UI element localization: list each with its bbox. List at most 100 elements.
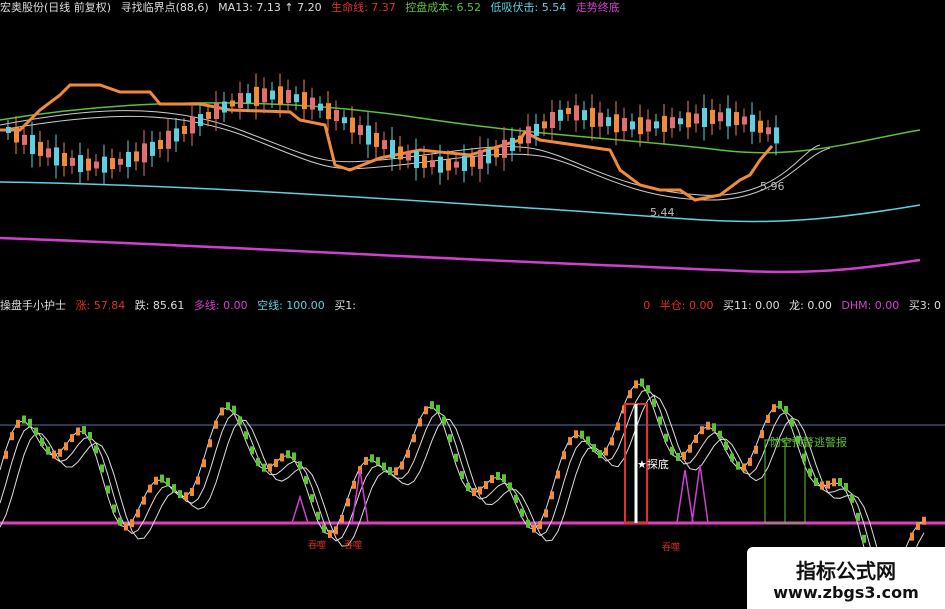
indicator-bar (64, 442, 68, 451)
indicator-bar (844, 483, 848, 492)
indicator-bar (352, 480, 356, 489)
indicator-right-values: 0 半仓: 0.00 买11: 0.00 龙: 0.00 DHM: 0.00 买… (637, 298, 941, 314)
indicator-bar (334, 526, 338, 535)
indicator-bar (202, 459, 206, 468)
indicator-bar (190, 487, 194, 496)
indicator-bar (658, 416, 662, 425)
indicator-bar (376, 457, 380, 466)
indicator-bar (274, 459, 278, 468)
indicator-bar (436, 404, 440, 413)
indicator-bar (130, 519, 134, 528)
indicator-bar (34, 427, 38, 436)
watermark: 指标公式网 www.zbgs3.com (747, 547, 945, 609)
indicator-bar (610, 437, 614, 446)
indicator-bar (46, 446, 50, 455)
indicator-bar (544, 509, 548, 518)
indicator-bar (328, 529, 332, 538)
indicator-bar (406, 449, 410, 458)
indicator-bar (808, 468, 812, 477)
indicator-bar (238, 416, 242, 425)
trend-end-value: 走势终底 (575, 1, 620, 14)
indicator-bar (598, 450, 602, 459)
long-line-value: 多线: 0.00 (193, 299, 248, 312)
indicator-bar (712, 423, 716, 432)
indicator-bar (430, 401, 434, 410)
indicator-bar (784, 406, 788, 415)
indicator-bar (148, 484, 152, 493)
indicator-bar (916, 521, 920, 530)
indicator-header-bar: 操盘手小护士 涨: 57.84 跌: 85.61 多线: 0.00 空线: 10… (0, 298, 362, 314)
short-line-value: 空线: 100.00 (257, 299, 325, 312)
indicator-bar (910, 532, 914, 541)
indicator-bar (814, 478, 818, 487)
indicator-bar (166, 477, 170, 486)
indicator-bar (88, 431, 92, 440)
stock-name[interactable]: 宏奥股份(日线 前复权) (0, 1, 111, 14)
indicator-bar (160, 474, 164, 483)
small-label-2: 吞噬 (344, 541, 363, 551)
indicator-bar (364, 456, 368, 465)
indicator-bar (112, 504, 116, 513)
indicator-bar (730, 453, 734, 462)
indicator-bar (94, 445, 98, 454)
indicator-bar (922, 516, 926, 525)
indicator-bar (244, 431, 248, 440)
ma13-value: MA13: 7.13 ↑ 7.20 (218, 1, 322, 14)
indicator-bar (136, 509, 140, 518)
indicator-bar (268, 463, 272, 472)
indicator-bar (502, 474, 506, 483)
indicator-bar (106, 485, 110, 494)
watermark-title: 指标公式网 (796, 559, 896, 583)
indicator-bar (484, 481, 488, 490)
indicator-name[interactable]: 操盘手小护士 (0, 299, 66, 312)
indicator-bar (856, 512, 860, 521)
control-cost-value: 控盘成本: 6.52 (405, 1, 481, 14)
indicator-bar (514, 494, 518, 503)
indicator-bar (220, 407, 224, 416)
indicator-bar (646, 385, 650, 394)
indicator-bar (472, 487, 476, 496)
indicator-bar (586, 436, 590, 445)
price-high-label: 5.96 (760, 180, 785, 193)
indicator-bar (724, 442, 728, 451)
dhm-value: DHM: 0.00 (841, 299, 900, 312)
small-label-3: 吞噬 (662, 543, 681, 553)
indicator-bar (580, 430, 584, 439)
indicator-bar (448, 434, 452, 443)
indicator-bar (478, 486, 482, 495)
indicator-bar (442, 416, 446, 425)
indicator-bar (208, 439, 212, 448)
indicator-bar (226, 402, 230, 411)
dragon-value: 龙: 0.00 (789, 299, 832, 312)
life-line-value: 生命线: 7.37 (331, 1, 396, 14)
indicator-bar (832, 478, 836, 487)
find-critical-label: 寻找临界点(88,6) (120, 1, 209, 14)
indicator-bar (394, 467, 398, 476)
indicator-bar (346, 498, 350, 507)
indicator-bar (640, 378, 644, 387)
indicator-bar (298, 461, 302, 470)
indicator-bar (412, 434, 416, 443)
indicator-bar (550, 491, 554, 500)
magenta-spike (691, 464, 709, 524)
indicator-bar (310, 494, 314, 503)
half-position-value: 半仓: 0.00 (659, 299, 714, 312)
buy3-value: 买3: 0 (908, 299, 941, 312)
indicator-bar (538, 521, 542, 530)
indicator-bar (496, 472, 500, 481)
indicator-bar (52, 450, 56, 459)
indicator-bar (562, 451, 566, 460)
indicator-bar (292, 452, 296, 461)
indicator-bar (778, 400, 782, 409)
indicator-bar (862, 534, 866, 543)
right-zero: 0 (643, 299, 651, 312)
indicator-bar (682, 451, 686, 460)
indicator-bar (316, 511, 320, 520)
indicator-bar (772, 404, 776, 413)
indicator-bar (256, 457, 260, 466)
buy11-value: 买11: 0.00 (722, 299, 780, 312)
indicator-bar (172, 484, 176, 493)
indicator-bar (700, 426, 704, 435)
indicator-bar (370, 454, 374, 463)
indicator-bar (58, 448, 62, 457)
